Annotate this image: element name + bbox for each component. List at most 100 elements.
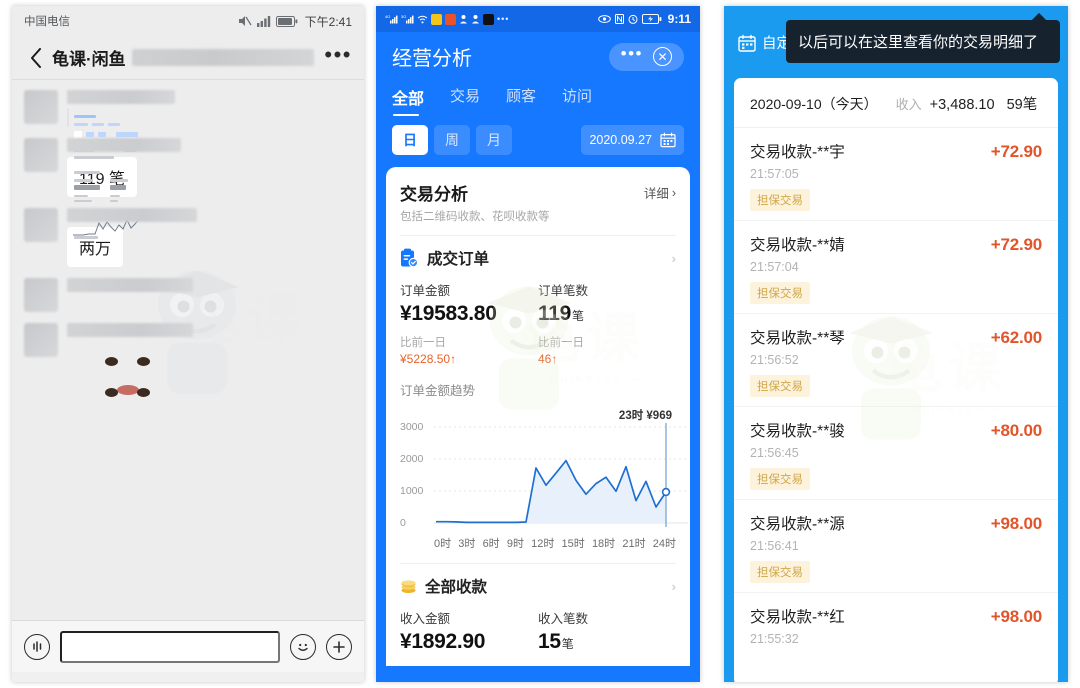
trend-title: 订单金额趋势 — [400, 384, 476, 398]
kpi-value: ¥1892.90 — [400, 630, 486, 653]
more-horizontal-icon[interactable]: ••• — [324, 43, 352, 66]
avatar — [24, 90, 58, 124]
battery-charging-icon — [641, 14, 662, 24]
kpi-delta-value: ¥5228.50 — [400, 352, 451, 366]
signal-icon — [256, 16, 270, 27]
redacted-sender-name — [67, 90, 175, 104]
divider — [400, 235, 676, 236]
kpi-value-number: 119 — [538, 302, 571, 325]
app-badge-icon-1 — [431, 13, 442, 25]
transaction-name: 交易收款-**源 — [750, 516, 845, 533]
table-row[interactable]: 交易收款-**宇 +72.90 21:57:05 担保交易 — [734, 128, 1058, 221]
avatar — [24, 208, 58, 242]
table-row[interactable]: 交易收款-**红 +98.00 21:55:32 — [734, 593, 1058, 655]
summary-income-amount: +3,488.10 — [929, 97, 995, 113]
list-item[interactable] — [24, 278, 352, 395]
x-tick: 9时 — [506, 538, 524, 550]
list-item[interactable] — [24, 90, 352, 239]
chevron-left-icon[interactable] — [24, 46, 48, 70]
y-tick-1000: 1000 — [400, 485, 424, 497]
message-bubble[interactable]: 119 笔 — [67, 157, 137, 197]
y-tick-2000: 2000 — [400, 453, 424, 465]
kpi-label: 订单金额 — [400, 284, 451, 298]
header-actions: ••• ✕ — [608, 42, 684, 71]
voice-icon[interactable] — [24, 633, 50, 660]
card-title: 交易分析 — [400, 185, 468, 204]
close-icon[interactable]: ✕ — [653, 47, 672, 66]
mid-status-left-icons: 4G 3G ••• — [385, 13, 598, 25]
trade-analysis-card: 交易分析 包括二维码收款、花呗收款等 详细 › 成交订单 › 订单金额 ¥195… — [386, 167, 690, 666]
more-status-icon: ••• — [497, 14, 510, 24]
summary-income-label: 收入 — [895, 97, 922, 112]
plus-icon[interactable] — [326, 633, 352, 660]
emoji-icon[interactable] — [290, 633, 316, 660]
kpi-value: 15笔 — [538, 630, 676, 654]
nfc-icon — [614, 14, 624, 24]
list-item[interactable] — [24, 323, 352, 397]
more-horizontal-icon[interactable]: ••• — [621, 45, 643, 63]
android-navigation-bar — [12, 672, 364, 682]
page-title: 经营分析 — [392, 48, 472, 70]
tab-all[interactable]: 全部 — [392, 85, 424, 116]
bill-list-card[interactable]: 2020-09-10（今天） 收入 +3,488.10 59笔 交易收款-**宇… — [734, 78, 1058, 682]
transaction-time: 21:56:52 — [750, 353, 799, 367]
range-day-button[interactable]: 日 — [392, 125, 428, 155]
summary-date: 2020-09-10（今天） — [750, 96, 878, 112]
person-icon-1 — [460, 15, 467, 24]
y-tick-3000: 3000 — [400, 421, 424, 433]
table-row[interactable]: 交易收款-**骏 +80.00 21:56:45 担保交易 — [734, 407, 1058, 500]
carrier-label: 中国电信 — [24, 16, 70, 28]
tiktok-badge-icon — [483, 13, 494, 25]
range-week-button[interactable]: 周 — [434, 125, 470, 155]
date-picker-value: 2020.09.27 — [589, 133, 652, 147]
detail-link[interactable]: 详细 › — [644, 183, 676, 202]
svg-text:4G: 4G — [385, 14, 390, 19]
mid-status-right-icons: 9:11 — [597, 12, 691, 26]
arrow-up-icon: ↑ — [450, 352, 457, 366]
redacted-title-extra — [131, 49, 315, 66]
kpi-delta: 46↑ — [538, 352, 676, 366]
analysis-content[interactable]: 交易分析 包括二维码收款、花呗收款等 详细 › 成交订单 › 订单金额 ¥195… — [376, 167, 700, 666]
left-phone-panel: 中国电信 下午2:41 龟课·闲鱼 ••• 龟课 — GuiKe123 — 11… — [12, 6, 364, 682]
date-picker[interactable]: 2020.09.27 — [581, 125, 684, 155]
trend-line-svg — [434, 423, 688, 527]
table-row[interactable]: 交易收款-**源 +98.00 21:56:41 担保交易 — [734, 500, 1058, 593]
transaction-amount: +72.90 — [990, 235, 1042, 254]
chart-x-axis: 0时 3时 6时 9时 12时 15时 18时 21时 24时 — [400, 535, 676, 551]
svg-text:3G: 3G — [401, 14, 406, 19]
completed-orders-row[interactable]: 成交订单 › — [400, 247, 676, 269]
chevron-right-icon: › — [671, 578, 676, 594]
onboarding-tooltip[interactable]: 以后可以在这里查看你的交易明细了 — [786, 20, 1060, 63]
divider — [400, 563, 676, 564]
table-row[interactable]: 交易收款-**琴 +62.00 21:56:52 担保交易 — [734, 314, 1058, 407]
order-kpis: 订单金额 ¥19583.80 比前一日 ¥5228.50↑ 订单笔数 119笔 … — [400, 280, 676, 366]
screenshot-stage: 中国电信 下午2:41 龟课·闲鱼 ••• 龟课 — GuiKe123 — 11… — [0, 0, 1080, 688]
kpi-value: ¥19583.80 — [400, 302, 497, 325]
calendar-icon — [660, 132, 676, 148]
transaction-amount: +98.00 — [990, 607, 1042, 626]
left-status-icons: 下午2:41 — [238, 13, 352, 30]
redacted-sender-name — [67, 138, 181, 152]
tab-visit[interactable]: 访问 — [562, 85, 592, 116]
message-input[interactable] — [60, 630, 280, 663]
kpi-income-count: 收入笔数 15笔 — [538, 608, 676, 654]
kpi-value: 119笔 — [538, 302, 676, 326]
y-tick-0: 0 — [400, 517, 406, 529]
status-badge: 担保交易 — [750, 468, 810, 490]
all-income-row[interactable]: 全部收款 › — [400, 575, 676, 597]
avatar — [24, 278, 58, 312]
chat-message-list[interactable]: 龟课 — GuiKe123 — 119 笔 两万 — [12, 80, 364, 620]
status-badge: 担保交易 — [750, 282, 810, 304]
eye-icon — [597, 15, 611, 23]
transaction-amount: +80.00 — [990, 421, 1042, 440]
tab-customer[interactable]: 顾客 — [506, 85, 536, 116]
message-image-thumbnail[interactable] — [67, 108, 139, 239]
transaction-time: 21:56:45 — [750, 446, 799, 460]
table-row[interactable]: 交易收款-**婧 +72.90 21:57:04 担保交易 — [734, 221, 1058, 314]
tab-trade[interactable]: 交易 — [450, 85, 480, 116]
kpi-delta-value: 46 — [538, 352, 552, 366]
order-clipboard-icon — [401, 248, 419, 268]
range-month-button[interactable]: 月 — [476, 125, 512, 155]
chevron-right-icon: › — [671, 250, 676, 266]
left-status-bar: 中国电信 下午2:41 — [12, 6, 364, 36]
